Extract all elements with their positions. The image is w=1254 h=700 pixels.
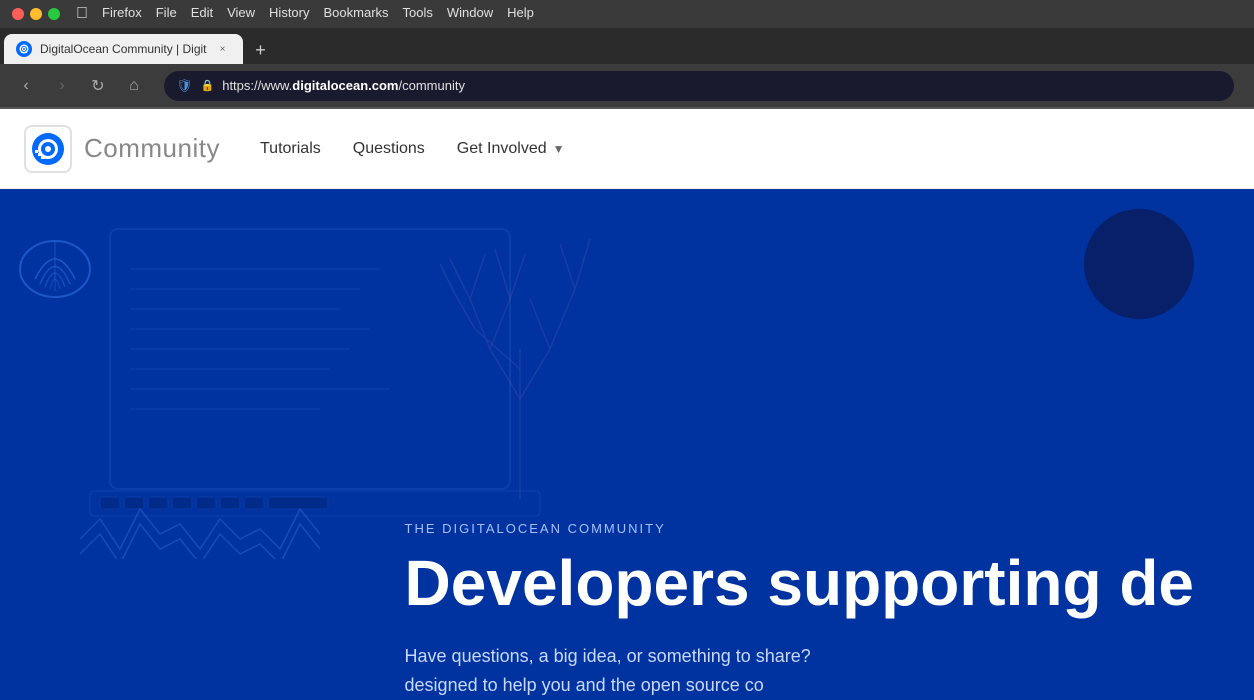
site-nav: Community Tutorials Questions Get Involv… bbox=[0, 109, 1254, 189]
hero-subtitle: THE DIGITALOCEAN COMMUNITY bbox=[405, 521, 1194, 536]
tab-title: DigitalOcean Community | Digit bbox=[40, 42, 207, 56]
website-content: Community Tutorials Questions Get Involv… bbox=[0, 109, 1254, 700]
nav-questions[interactable]: Questions bbox=[353, 140, 425, 158]
nav-tutorials[interactable]: Tutorials bbox=[260, 140, 321, 158]
site-logo-text: Community bbox=[84, 133, 220, 164]
menu-view[interactable]: View bbox=[227, 5, 255, 23]
hero-title: Developers supporting de bbox=[405, 548, 1194, 618]
site-nav-links: Tutorials Questions Get Involved ▼ bbox=[260, 140, 565, 158]
menu-help[interactable]: Help bbox=[507, 5, 534, 23]
back-button[interactable]: ‹ bbox=[12, 72, 40, 100]
menu-bar:  Firefox File Edit View History Bookmar… bbox=[76, 5, 534, 23]
menu-bookmarks[interactable]: Bookmarks bbox=[324, 5, 389, 23]
circle-decoration bbox=[1084, 209, 1194, 319]
menu-edit[interactable]: Edit bbox=[191, 5, 213, 23]
menu-tools[interactable]: Tools bbox=[403, 5, 433, 23]
hero-description-line1: Have questions, a big idea, or something… bbox=[405, 642, 1194, 671]
home-icon: ⌂ bbox=[129, 77, 139, 95]
tab-bar: DigitalOcean Community | Digit × + bbox=[0, 28, 1254, 64]
reload-icon: ↻ bbox=[91, 76, 104, 96]
close-button[interactable] bbox=[12, 8, 24, 20]
menu-history[interactable]: History bbox=[269, 5, 309, 23]
active-tab[interactable]: DigitalOcean Community | Digit × bbox=[4, 34, 243, 64]
digitalocean-logo-svg bbox=[30, 131, 66, 167]
tab-close-button[interactable]: × bbox=[215, 41, 231, 57]
lock-icon: 🔒 bbox=[201, 79, 215, 92]
nav-get-involved[interactable]: Get Involved ▼ bbox=[457, 140, 565, 158]
home-button[interactable]: ⌂ bbox=[120, 72, 148, 100]
title-bar:  Firefox File Edit View History Bookmar… bbox=[0, 0, 1254, 28]
forward-icon: › bbox=[59, 77, 64, 95]
url-text: https://www.digitalocean.com/community bbox=[222, 78, 1222, 93]
maximize-button[interactable] bbox=[48, 8, 60, 20]
apple-icon:  bbox=[76, 5, 88, 23]
url-path: /community bbox=[399, 78, 465, 93]
site-logo[interactable]: Community bbox=[24, 125, 220, 173]
url-domain: digitalocean.com bbox=[292, 78, 398, 93]
chevron-down-icon: ▼ bbox=[553, 142, 565, 156]
hero-section: THE DIGITALOCEAN COMMUNITY Developers su… bbox=[0, 189, 1254, 700]
new-tab-button[interactable]: + bbox=[247, 36, 275, 64]
hero-description-line2: designed to help you and the open source… bbox=[405, 671, 1194, 700]
reload-button[interactable]: ↻ bbox=[84, 72, 112, 100]
logo-icon-container bbox=[24, 125, 72, 173]
back-icon: ‹ bbox=[23, 77, 28, 95]
nav-bar: ‹ › ↻ ⌂ 🛡 🔒 https://www.digitalocean.com… bbox=[0, 64, 1254, 108]
menu-firefox[interactable]: Firefox bbox=[102, 5, 142, 23]
hero-content: THE DIGITALOCEAN COMMUNITY Developers su… bbox=[405, 521, 1194, 700]
menu-file[interactable]: File bbox=[156, 5, 177, 23]
forward-button[interactable]: › bbox=[48, 72, 76, 100]
minimize-button[interactable] bbox=[30, 8, 42, 20]
coral-decoration bbox=[420, 199, 620, 499]
tab-favicon bbox=[16, 41, 32, 57]
traffic-lights bbox=[12, 8, 60, 20]
address-bar[interactable]: 🛡 🔒 https://www.digitalocean.com/communi… bbox=[164, 71, 1234, 101]
nav-get-involved-label: Get Involved bbox=[457, 140, 547, 158]
menu-window[interactable]: Window bbox=[447, 5, 493, 23]
url-prefix: https://www. bbox=[222, 78, 292, 93]
shield-icon: 🛡 bbox=[176, 78, 193, 94]
